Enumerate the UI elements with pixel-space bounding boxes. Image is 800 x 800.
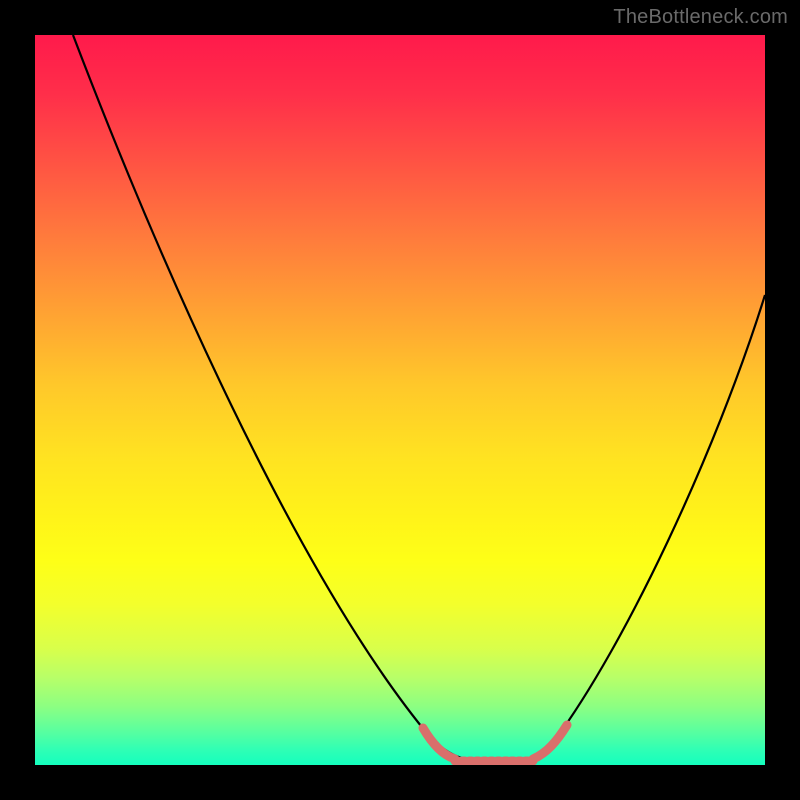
watermark-text: TheBottleneck.com [613, 6, 788, 29]
curve-svg-layer [35, 35, 765, 765]
chart-frame: TheBottleneck.com [0, 0, 800, 800]
minimum-highlight-right-segment [533, 725, 567, 759]
plot-area [35, 35, 765, 765]
bottleneck-curve-path [73, 35, 765, 762]
minimum-highlight-left-segment [423, 728, 455, 759]
